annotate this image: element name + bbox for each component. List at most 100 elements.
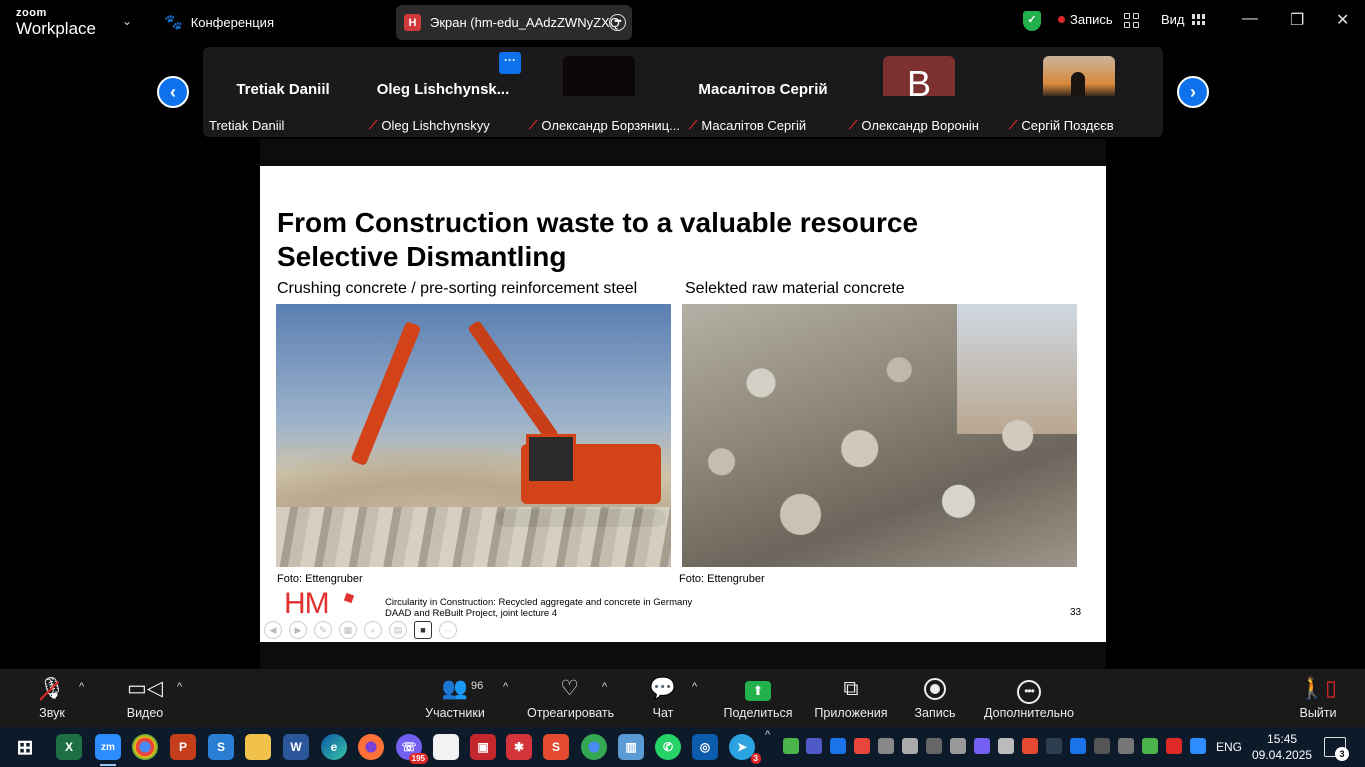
tray-app-icon[interactable]: [926, 738, 942, 754]
more-icon[interactable]: ···: [439, 621, 457, 639]
chrome-icon[interactable]: [132, 734, 158, 760]
tray-overflow-caret[interactable]: ^: [765, 729, 770, 741]
more-button[interactable]: ••• Дополнительно: [982, 675, 1076, 720]
tray-check-icon[interactable]: [783, 738, 799, 754]
participant-tile[interactable]: ⟋ Сергій Поздєєв: [1003, 47, 1163, 137]
tray-app-icon[interactable]: [830, 738, 846, 754]
restore-icon[interactable]: ❐: [1290, 10, 1304, 30]
participant-tile[interactable]: Tretiak Daniil Tretiak Daniil: [203, 47, 363, 137]
participant-tile[interactable]: Масалітов Сергій ⟋ Масалітов Сергій: [683, 47, 843, 137]
participants-options-caret[interactable]: ^: [503, 681, 508, 693]
slides-grid-icon[interactable]: ▦: [339, 621, 357, 639]
next-participants-button[interactable]: ›: [1177, 76, 1209, 108]
video-options-caret[interactable]: ^: [177, 681, 182, 693]
react-options-caret[interactable]: ^: [602, 681, 607, 693]
next-slide-icon[interactable]: ▶: [289, 621, 307, 639]
speaker-icon[interactable]: [1118, 738, 1134, 754]
chrome-profile-icon[interactable]: [581, 734, 607, 760]
clock-time: 15:45: [1267, 732, 1298, 746]
tray-app-icon[interactable]: [854, 738, 870, 754]
tray-app-icon[interactable]: [1070, 738, 1086, 754]
minimize-icon[interactable]: —: [1242, 10, 1258, 28]
meeting-menu[interactable]: 🐾 Конференция: [164, 13, 274, 31]
word-icon[interactable]: W: [283, 734, 309, 760]
telegram-badge: 3: [750, 753, 761, 764]
document-icon[interactable]: [433, 734, 459, 760]
react-label: Отреагировать: [527, 706, 615, 720]
leave-label: Выйти: [1299, 706, 1337, 720]
archive-icon[interactable]: ▥: [618, 734, 644, 760]
participant-tile[interactable]: ··· Oleg Lishchynsk... ⟋ Oleg Lishchynsky…: [363, 47, 523, 137]
record-button[interactable]: Запись: [912, 675, 958, 720]
tray-app-icon[interactable]: [878, 738, 894, 754]
tray-app-icon[interactable]: [1022, 738, 1038, 754]
participant-video: [563, 56, 635, 96]
viber-icon[interactable]: ☏ 195: [396, 734, 428, 764]
zoom-icon[interactable]: ⌕: [364, 621, 382, 639]
audio-options-caret[interactable]: ^: [79, 681, 84, 693]
tray-app-icon[interactable]: [1094, 738, 1110, 754]
apps-grid-icon[interactable]: [1124, 13, 1139, 28]
powerpoint-icon[interactable]: P: [170, 734, 196, 760]
recording-label: Запись: [1070, 12, 1113, 27]
tray-app-icon[interactable]: [974, 738, 990, 754]
chat-button[interactable]: 💬 Чат: [645, 675, 681, 720]
apps-button[interactable]: ⧉ Приложения: [813, 675, 889, 720]
prev-slide-icon[interactable]: ◀: [264, 621, 282, 639]
sway-red-icon[interactable]: S: [543, 734, 569, 760]
view-button[interactable]: Вид: [1161, 12, 1205, 27]
sway-icon[interactable]: S: [208, 734, 234, 760]
chevron-down-icon[interactable]: ⌄: [122, 14, 132, 28]
security-shield-icon[interactable]: ✓: [1023, 11, 1041, 31]
audio-button[interactable]: 🎙 Звук: [30, 675, 74, 720]
participants-strip: Tretiak Daniil Tretiak Daniil ··· Oleg L…: [203, 47, 1163, 137]
whatsapp-icon[interactable]: ✆: [655, 734, 681, 760]
recording-indicator[interactable]: Запись: [1058, 12, 1113, 27]
edge-icon[interactable]: e: [321, 734, 347, 760]
prev-participants-button[interactable]: ‹: [157, 76, 189, 108]
participant-tile[interactable]: ··· ⟋Олександр Борзяниц...: [523, 47, 683, 137]
close-icon[interactable]: ✕: [1336, 10, 1349, 30]
subtitles-icon[interactable]: ▤: [389, 621, 407, 639]
chat-label: Чат: [652, 706, 674, 720]
clock[interactable]: 15:45 09.04.2025: [1252, 731, 1312, 763]
pen-icon[interactable]: ✎: [314, 621, 332, 639]
excel-icon[interactable]: X: [56, 734, 82, 760]
screen-share-pill[interactable]: H Экран (hm-edu_AAdzZWNyZXQ •••: [396, 5, 632, 40]
photo-credit-right: Foto: Ettengruber: [679, 573, 765, 585]
mic-muted-icon: 🎙: [30, 675, 74, 703]
zoom-taskbar-icon[interactable]: zm: [95, 734, 121, 760]
share-button[interactable]: ⬆ Поделиться: [723, 675, 793, 720]
muted-speaker-icon[interactable]: [1166, 738, 1182, 754]
react-button[interactable]: ♡ Отреагировать: [527, 675, 615, 720]
participant-name: Сергій Поздєєв: [1021, 118, 1114, 133]
webex-icon[interactable]: ◎: [692, 734, 718, 760]
wifi-icon[interactable]: [1046, 738, 1062, 754]
camera-icon[interactable]: ■: [414, 621, 432, 639]
microphone-icon[interactable]: [902, 738, 918, 754]
language-indicator[interactable]: ENG: [1216, 740, 1242, 754]
firefox-icon[interactable]: [358, 734, 384, 760]
video-button[interactable]: ▭◁ Видео: [122, 675, 168, 720]
file-explorer-icon[interactable]: [245, 734, 271, 760]
more-label: Дополнительно: [984, 706, 1074, 720]
leave-button[interactable]: 🚶▯ Выйти: [1297, 675, 1339, 720]
telegram-icon[interactable]: ➤ 3: [729, 734, 761, 764]
windows-taskbar: ⊞ X zm P S W e ☏ 195 ▣ ✱ S ▥ ✆ ◎ ➤ 3 ^ E…: [0, 727, 1365, 767]
tray-app-icon[interactable]: [998, 738, 1014, 754]
app-icon[interactable]: ✱: [506, 734, 532, 760]
video-label: Видео: [126, 706, 164, 720]
participant-menu-icon[interactable]: ···: [499, 52, 521, 74]
security-tray-icon[interactable]: [1142, 738, 1158, 754]
excavator-arm: [467, 319, 560, 443]
tray-app-icon[interactable]: [950, 738, 966, 754]
hm-logo: HM: [284, 587, 330, 620]
windows-start-icon[interactable]: ⊞: [12, 734, 38, 760]
chat-options-caret[interactable]: ^: [692, 681, 697, 693]
participant-tile[interactable]: B ⟋ Олександр Воронін: [843, 47, 1003, 137]
more-options-icon[interactable]: •••: [609, 14, 626, 31]
zoom-tray-icon[interactable]: [1190, 738, 1206, 754]
teams-icon[interactable]: [806, 738, 822, 754]
zoom-logo[interactable]: zoom Workplace: [16, 8, 96, 38]
save-disk-icon[interactable]: ▣: [470, 734, 496, 760]
